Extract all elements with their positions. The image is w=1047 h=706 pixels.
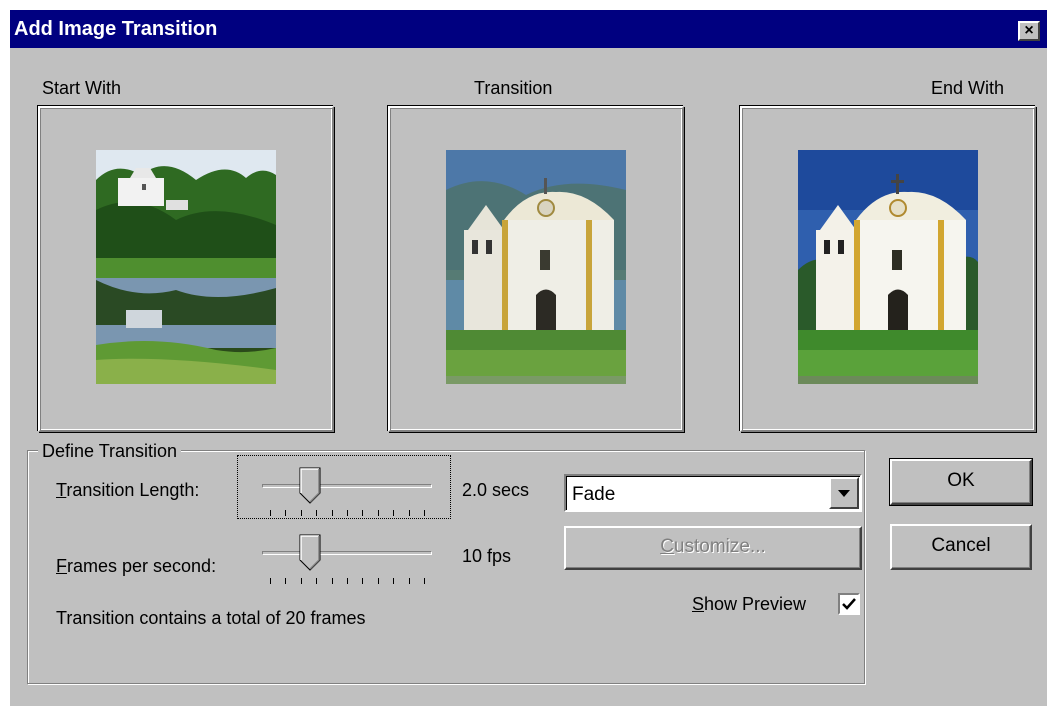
- frames-per-second-value: 10 fps: [462, 546, 512, 566]
- slider-tick: [347, 578, 348, 584]
- slider-tick: [393, 578, 394, 584]
- transition-length-slider[interactable]: [299, 467, 321, 505]
- window-title: Add Image Transition: [14, 18, 218, 40]
- close-icon: ×: [1024, 22, 1034, 39]
- slider-tick: [285, 510, 286, 516]
- frames-per-second-label-text: rames per second:: [67, 556, 217, 576]
- show-preview-mnemonic: S: [692, 594, 705, 614]
- show-preview-label-text: how Preview: [704, 594, 807, 614]
- slider-tick: [301, 578, 302, 584]
- slider-tick: [362, 578, 363, 584]
- transition-length-value: 2.0 secs: [462, 480, 530, 500]
- slider-tick: [270, 510, 271, 516]
- customize-label: ustomize...: [673, 536, 766, 557]
- check-icon: [842, 598, 856, 610]
- frames-per-second-track[interactable]: [262, 551, 432, 555]
- transition-length-ticks: [270, 510, 425, 518]
- transition-length-label: Transition Length:: [56, 480, 199, 501]
- slider-tick: [347, 510, 348, 516]
- transition-length-label-text: ransition Length:: [66, 480, 200, 500]
- transition-length-mnemonic: T: [56, 480, 67, 500]
- slider-tick: [316, 578, 317, 584]
- slider-tick: [270, 578, 271, 584]
- cancel-button[interactable]: Cancel: [890, 524, 1032, 570]
- transition-length-track[interactable]: [262, 484, 432, 488]
- slider-tick: [409, 510, 410, 516]
- slider-tick: [378, 578, 379, 584]
- transition-label: Transition: [474, 78, 553, 98]
- title-bar[interactable]: Add Image Transition ×: [10, 10, 1047, 48]
- start-with-label: Start With: [42, 78, 122, 98]
- dropdown-button[interactable]: [829, 477, 859, 509]
- transition-type-value: Fade: [572, 484, 616, 505]
- end-image: [798, 150, 978, 384]
- show-preview-label: Show Preview: [692, 594, 806, 615]
- slider-tick: [378, 510, 379, 516]
- ok-button[interactable]: OK: [889, 458, 1033, 506]
- transition-type-select[interactable]: Fade: [564, 474, 862, 512]
- end-with-label: End With: [931, 78, 1005, 98]
- show-preview-checkbox[interactable]: [838, 593, 860, 615]
- frames-per-second-ticks: [270, 578, 425, 586]
- start-image: [96, 150, 276, 384]
- slider-tick: [393, 510, 394, 516]
- frames-per-second-mnemonic: F: [56, 556, 67, 576]
- slider-tick: [285, 578, 286, 584]
- frames-per-second-slider[interactable]: [299, 534, 321, 572]
- customize-button[interactable]: Customize...: [564, 526, 862, 570]
- transition-image-panel: [388, 106, 684, 432]
- slider-tick: [332, 510, 333, 516]
- close-button[interactable]: ×: [1018, 21, 1040, 41]
- slider-tick: [316, 510, 317, 516]
- slider-tick: [409, 578, 410, 584]
- define-transition-title: Define Transition: [38, 441, 182, 462]
- slider-tick: [424, 510, 425, 516]
- slider-tick: [332, 578, 333, 584]
- frames-per-second-label: Frames per second:: [56, 556, 216, 577]
- slider-tick: [362, 510, 363, 516]
- end-image-panel: [740, 106, 1036, 432]
- slider-tick: [424, 578, 425, 584]
- transition-image: [446, 150, 626, 384]
- customize-mnemonic: C: [660, 536, 674, 557]
- start-image-panel: [38, 106, 334, 432]
- total-frames-text: Transition contains a total of 20 frames: [56, 608, 366, 628]
- slider-tick: [301, 510, 302, 516]
- chevron-down-icon: [838, 490, 850, 497]
